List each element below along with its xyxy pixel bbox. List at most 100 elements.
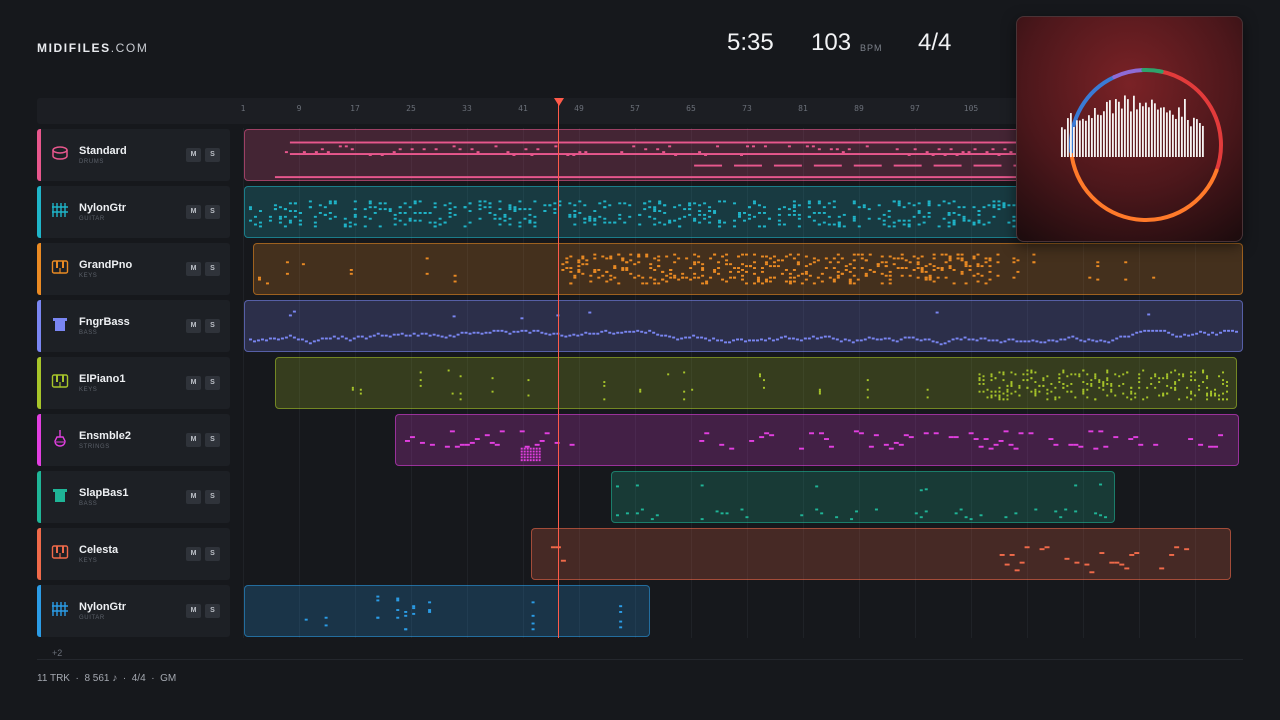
midi-clip[interactable] bbox=[244, 300, 1243, 352]
track-name: Celesta bbox=[79, 544, 119, 556]
clip-notes bbox=[351, 369, 1229, 401]
midi-clip[interactable] bbox=[275, 357, 1237, 409]
footer-status: 11 TRK · 8 561 ♪ · 4/4 · GM bbox=[37, 673, 176, 684]
solo-button[interactable]: S bbox=[205, 433, 220, 447]
track-category: BASS bbox=[79, 330, 98, 336]
track-color-stripe bbox=[37, 471, 41, 523]
ruler-bar-label: 57 bbox=[630, 104, 640, 113]
bass-icon bbox=[51, 315, 69, 333]
mute-button[interactable]: M bbox=[186, 433, 201, 447]
footer-separator: · bbox=[122, 673, 127, 684]
mute-button[interactable]: M bbox=[186, 604, 201, 618]
track-category: BASS bbox=[79, 501, 98, 507]
footer-signature: 4/4 bbox=[131, 673, 146, 684]
track-header[interactable]: ElPiano1 KEYS M S bbox=[37, 357, 230, 409]
track-color-stripe bbox=[37, 585, 41, 637]
midi-clip[interactable] bbox=[253, 243, 1243, 295]
track-color-stripe bbox=[37, 357, 41, 409]
ruler-bar-label: 1 bbox=[240, 104, 246, 113]
solo-button[interactable]: S bbox=[205, 262, 220, 276]
track-header[interactable]: Standard DRUMS M S bbox=[37, 129, 230, 181]
clip-notes bbox=[304, 595, 623, 631]
footer-separator: · bbox=[151, 673, 155, 684]
mute-button[interactable]: M bbox=[186, 547, 201, 561]
midi-clip[interactable] bbox=[395, 414, 1239, 466]
drum-icon bbox=[51, 144, 69, 162]
track-header[interactable]: SlapBas1 BASS M S bbox=[37, 471, 230, 523]
track-category: KEYS bbox=[79, 387, 98, 393]
mute-button[interactable]: M bbox=[186, 262, 201, 276]
mute-button[interactable]: M bbox=[186, 205, 201, 219]
visualizer-graphic bbox=[1061, 68, 1223, 222]
track-color-stripe bbox=[37, 129, 41, 181]
ruler-bar-label: 41 bbox=[518, 104, 528, 113]
mute-button[interactable]: M bbox=[186, 490, 201, 504]
ruler-bar-label: 65 bbox=[686, 104, 696, 113]
track-category: STRINGS bbox=[79, 444, 110, 450]
clip-notes bbox=[248, 310, 1239, 346]
track-name: NylonGtr bbox=[79, 202, 127, 214]
brand-thin: .COM bbox=[110, 41, 149, 55]
mute-button[interactable]: M bbox=[186, 319, 201, 333]
track-category: DRUMS bbox=[79, 159, 104, 165]
ruler-bar-label: 73 bbox=[742, 104, 752, 113]
strings-icon bbox=[51, 429, 69, 447]
footer-separator: · bbox=[75, 673, 79, 684]
solo-button[interactable]: S bbox=[205, 604, 220, 618]
solo-button[interactable]: S bbox=[205, 319, 220, 333]
track-header[interactable]: Ensmble2 STRINGS M S bbox=[37, 414, 230, 466]
track-category: GUITAR bbox=[79, 216, 105, 222]
midi-clip[interactable] bbox=[611, 471, 1115, 523]
bass-icon bbox=[51, 486, 69, 504]
track-category: KEYS bbox=[79, 273, 98, 279]
playhead-line[interactable] bbox=[558, 100, 559, 638]
audio-visualizer bbox=[1016, 16, 1243, 242]
footer-divider bbox=[37, 659, 1243, 660]
mute-button[interactable]: M bbox=[186, 376, 201, 390]
more-tracks-indicator[interactable]: +2 bbox=[52, 648, 62, 658]
playhead-handle[interactable] bbox=[554, 98, 564, 106]
footer-note-count: 8 561 ♪ bbox=[84, 673, 118, 684]
guitar-icon bbox=[51, 201, 69, 219]
solo-button[interactable]: S bbox=[205, 376, 220, 390]
track-name: FngrBass bbox=[79, 316, 130, 328]
midi-clip[interactable] bbox=[531, 528, 1231, 580]
track-name: SlapBas1 bbox=[79, 487, 129, 499]
footer-standard: GM bbox=[160, 673, 177, 684]
mute-button[interactable]: M bbox=[186, 148, 201, 162]
time-signature-display: 4/4 bbox=[918, 29, 952, 56]
bpm-display: 103 bbox=[811, 29, 852, 56]
brand-logo[interactable]: MIDIFILES.COM bbox=[37, 41, 148, 55]
visualizer-ring-arc bbox=[1141, 68, 1164, 74]
track-name: ElPiano1 bbox=[79, 373, 126, 385]
solo-button[interactable]: S bbox=[205, 547, 220, 561]
brand-bold: MIDIFILES bbox=[37, 41, 111, 55]
ruler-bar-label: 25 bbox=[406, 104, 416, 113]
ruler-bar-label: 89 bbox=[854, 104, 864, 113]
time-display: 5:35 bbox=[727, 29, 774, 56]
track-name: GrandPno bbox=[79, 259, 133, 271]
track-header[interactable]: FngrBass BASS M S bbox=[37, 300, 230, 352]
clip-notes bbox=[550, 546, 1190, 574]
solo-button[interactable]: S bbox=[205, 148, 220, 162]
track-header[interactable]: GrandPno KEYS M S bbox=[37, 243, 230, 295]
track-color-stripe bbox=[37, 414, 41, 466]
keys-icon bbox=[51, 258, 69, 276]
solo-button[interactable]: S bbox=[205, 205, 220, 219]
bpm-unit-label: BPM bbox=[860, 43, 883, 53]
guitar-icon bbox=[51, 600, 69, 618]
midi-clip[interactable] bbox=[244, 585, 650, 637]
track-header[interactable]: NylonGtr GUITAR M S bbox=[37, 585, 230, 637]
track-category: KEYS bbox=[79, 558, 98, 564]
ruler-bar-label: 49 bbox=[574, 104, 584, 113]
ruler-bar-label: 33 bbox=[462, 104, 472, 113]
clip-notes bbox=[257, 253, 1156, 285]
ruler-bar-label: 9 bbox=[296, 104, 302, 113]
visualizer-ring-arc bbox=[1069, 149, 1219, 222]
ruler-bar-label: 97 bbox=[910, 104, 920, 113]
solo-button[interactable]: S bbox=[205, 490, 220, 504]
ruler-bar-label: 81 bbox=[798, 104, 808, 113]
track-category: GUITAR bbox=[79, 615, 105, 621]
track-header[interactable]: NylonGtr GUITAR M S bbox=[37, 186, 230, 238]
track-header[interactable]: Celesta KEYS M S bbox=[37, 528, 230, 580]
